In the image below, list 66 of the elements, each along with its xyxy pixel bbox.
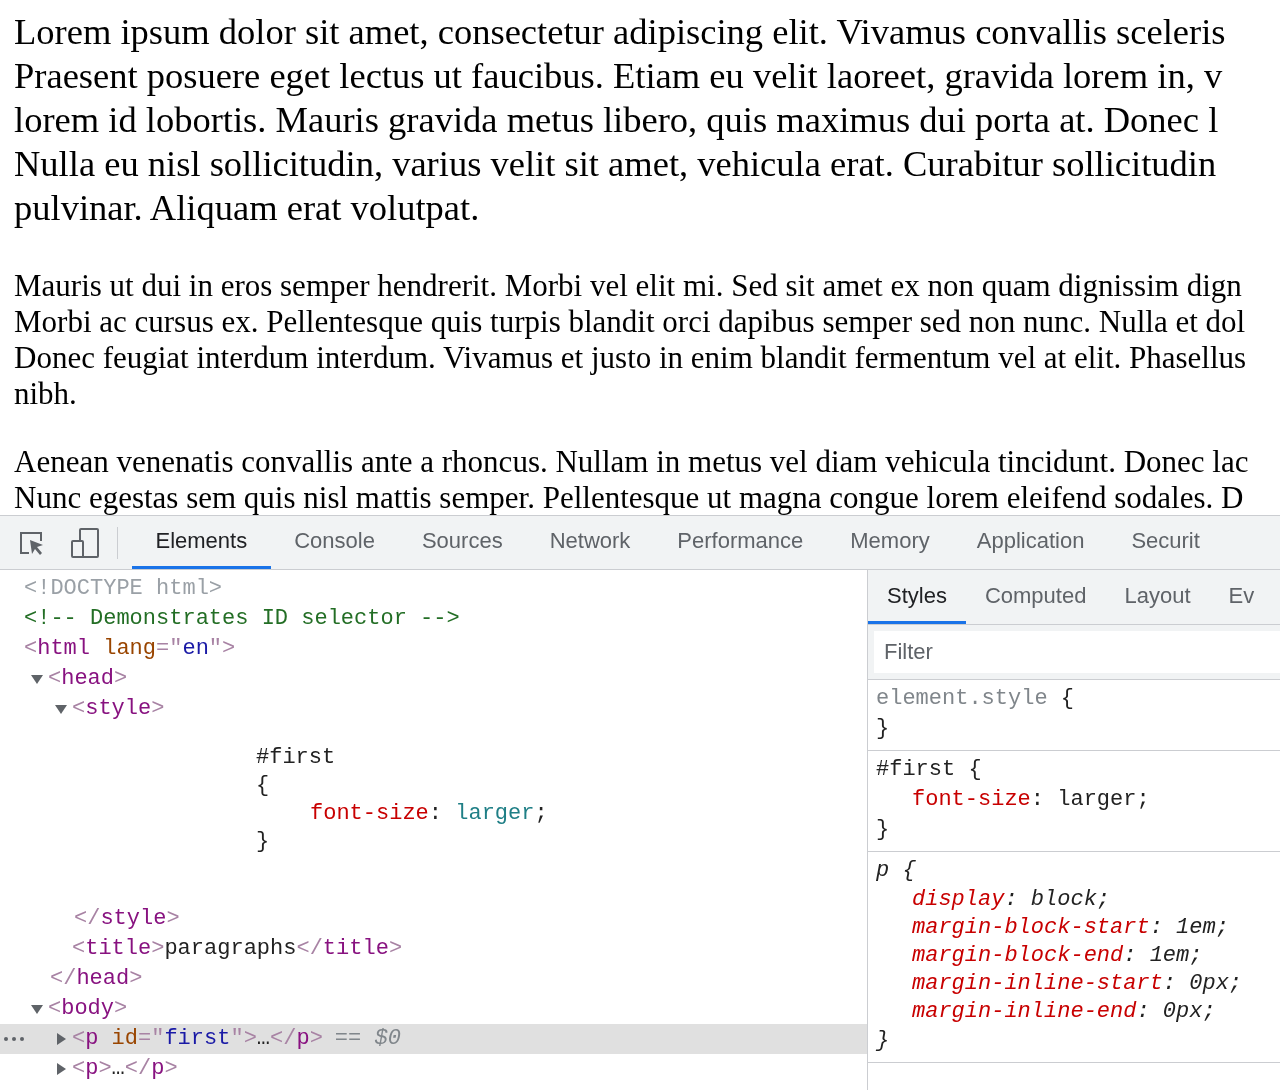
panel-tab[interactable]: Performance bbox=[653, 516, 827, 569]
style-text-line: { bbox=[256, 773, 270, 798]
paragraph-text-line: pulvinar. Aliquam erat volutpat. bbox=[14, 186, 480, 230]
panel-tab[interactable]: Network bbox=[526, 516, 654, 569]
style-text-line: font-size: larger; bbox=[310, 801, 548, 826]
tree-row[interactable]: <body> bbox=[0, 994, 867, 1024]
paragraph-text-line: Morbi ac cursus ex. Pellentesque quis turpis blandit orci dapibus semper sed non nunc. Nulla et dol bbox=[14, 304, 1246, 340]
sidebar-tab[interactable]: Layout bbox=[1105, 570, 1210, 624]
paragraph-text-line: Donec feugiat interdum interdum. Vivamus et justo in enim blandit fermentum vel at elit. Phasellus bbox=[14, 340, 1247, 376]
paragraph-text-line: nibh. bbox=[14, 376, 77, 412]
css-declaration: margin-inline-end: 0px; bbox=[911, 998, 1217, 1026]
tree-row[interactable]: <!-- Demonstrates ID selector --> bbox=[0, 604, 867, 634]
closing-tag-line: </style> bbox=[74, 905, 180, 933]
css-selector-line: #first { bbox=[876, 756, 983, 784]
paragraph-text-line: Aenean venenatis convallis ante a rhoncus. Nullam in metus vel diam vehicula tincidunt. Donec lac bbox=[14, 444, 1249, 480]
style-text-line: } bbox=[256, 829, 270, 854]
paragraph-text-line: Nunc egestas sem quis nisl mattis semper. Pellentesque ut magna congue lorem eleifend sodales. D bbox=[14, 480, 1244, 515]
dom-node-line: <body> bbox=[48, 995, 128, 1023]
dom-node-line: <title>paragraphs</title> bbox=[72, 935, 403, 963]
dom-node-line: <!DOCTYPE html> bbox=[24, 575, 223, 603]
sidebar-tab[interactable]: Ev bbox=[1209, 570, 1274, 624]
dom-node-line: <html lang="en"> bbox=[24, 635, 236, 663]
dom-node-line: <head> bbox=[48, 665, 128, 693]
tree-row[interactable]: <title>paragraphs</title> bbox=[0, 934, 867, 964]
closing-brace: } bbox=[876, 1027, 891, 1055]
dom-node-line: <!-- Demonstrates ID selector --> bbox=[24, 605, 460, 633]
expand-triangle-icon[interactable] bbox=[54, 1032, 68, 1046]
sidebar-tab[interactable]: Computed bbox=[965, 570, 1106, 624]
dom-node-line: <style> bbox=[72, 695, 165, 723]
collapse-triangle-icon[interactable] bbox=[30, 672, 44, 686]
device-icon[interactable] bbox=[69, 526, 101, 559]
paragraph-text-line: Praesent posuere eget lectus ut faucibus. Etiam eu velit laoreet, gravida lorem in, v bbox=[14, 54, 1223, 98]
dom-node-line: <p>…</p> bbox=[72, 1055, 178, 1083]
panel-tab[interactable]: Elements bbox=[132, 516, 271, 569]
paragraph-text-line: Lorem ipsum dolor sit amet, consectetur adipiscing elit. Vivamus convallis sceleris bbox=[14, 10, 1226, 54]
paragraph-text-line: lorem id lobortis. Mauris gravida metus libero, quis maximus dui porta at. Donec l bbox=[14, 98, 1219, 142]
style-text-line: #first bbox=[256, 745, 336, 770]
panel-tab[interactable]: Memory bbox=[826, 516, 954, 569]
console-reference: == $0 bbox=[334, 1025, 401, 1053]
filter-field[interactable]: Filter bbox=[874, 631, 1280, 673]
css-declaration: margin-inline-start: 0px; bbox=[911, 970, 1244, 998]
closing-tag-line: </head> bbox=[50, 965, 143, 993]
css-declaration: font-size: larger; bbox=[911, 786, 1151, 814]
tree-row[interactable]: <html lang="en"> bbox=[0, 634, 867, 664]
css-declaration: margin-block-start: 1em; bbox=[911, 914, 1230, 942]
panel-tab[interactable]: Application bbox=[953, 516, 1108, 569]
more-dots-icon[interactable] bbox=[4, 1037, 24, 1041]
panel-tab[interactable]: Console bbox=[270, 516, 399, 569]
closing-brace: } bbox=[876, 816, 891, 844]
tree-row[interactable]: <p>…</p> bbox=[0, 1054, 867, 1084]
panel-tab[interactable]: Sources bbox=[398, 516, 527, 569]
collapse-triangle-icon[interactable] bbox=[30, 1002, 44, 1016]
tree-row[interactable]: <style> bbox=[0, 694, 867, 724]
tree-row[interactable]: <head> bbox=[0, 664, 867, 694]
expand-triangle-icon[interactable] bbox=[54, 1062, 68, 1076]
dom-node-line: <p id="first">…</p> bbox=[72, 1025, 323, 1053]
closing-brace: } bbox=[876, 715, 891, 743]
css-selector-line: p { bbox=[876, 857, 917, 885]
css-declaration: margin-block-end: 1em; bbox=[911, 942, 1204, 970]
panel-tab[interactable]: Securit bbox=[1107, 516, 1224, 569]
collapse-triangle-icon[interactable] bbox=[54, 702, 68, 716]
paragraph-text-line: Nulla eu nisl sollicitudin, varius velit sit amet, vehicula erat. Curabitur sollicitudin bbox=[14, 142, 1217, 186]
paragraph-text-line: Mauris ut dui in eros semper hendrerit. Morbi vel elit mi. Sed sit amet ex non quam dignissim dign bbox=[14, 268, 1242, 304]
css-declaration: display: block; bbox=[911, 886, 1112, 914]
tree-row[interactable]: <p id="first">…</p> == $0 bbox=[0, 1024, 867, 1054]
css-selector-line: element.style { bbox=[876, 685, 1076, 713]
